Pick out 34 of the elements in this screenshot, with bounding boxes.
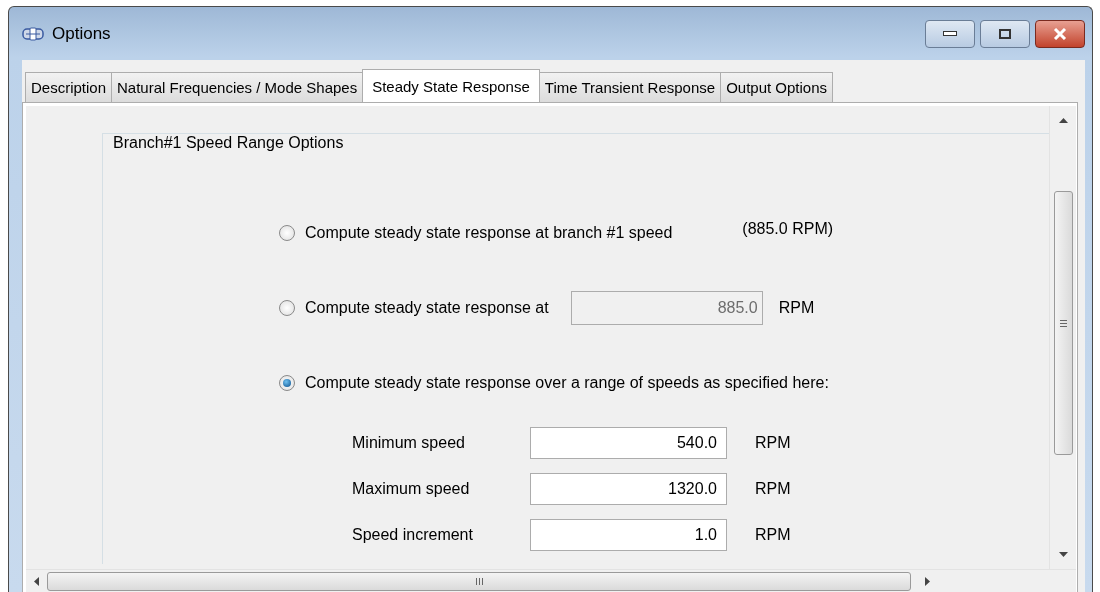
close-button[interactable] [1035, 19, 1085, 48]
minimize-icon [943, 30, 957, 37]
scroll-right-icon[interactable] [925, 576, 930, 586]
unit-label: RPM [778, 299, 815, 317]
radio-label[interactable]: Compute steady state response over a range of speeds as specified here: [305, 374, 829, 392]
speed-note: (885.0 RPM) [742, 220, 834, 238]
maximize-button[interactable] [980, 19, 1030, 48]
tab[interactable]: Output Options [720, 72, 834, 102]
scrollbar-thumb[interactable] [47, 571, 911, 591]
radio-button[interactable] [279, 225, 295, 241]
scroll-up-icon[interactable] [1058, 118, 1068, 123]
tab[interactable]: Natural Frequencies / Mode Shapes [111, 72, 364, 102]
speed-field[interactable]: 1320.0 [530, 473, 727, 505]
close-icon [1053, 27, 1067, 40]
tab[interactable]: Steady State Response [362, 69, 540, 102]
field-label: Speed increment [352, 526, 474, 544]
scroll-left-icon[interactable] [34, 576, 39, 586]
tab[interactable]: Time Transient Response [538, 72, 722, 102]
minimize-button[interactable] [925, 19, 975, 48]
unit-label: RPM [755, 434, 792, 452]
tab[interactable]: Description [25, 72, 113, 102]
field-label: Maximum speed [352, 480, 471, 498]
radio-button[interactable] [279, 375, 295, 391]
window-title: Options [52, 23, 112, 44]
field-label: Minimum speed [352, 434, 466, 452]
unit-label: RPM [755, 480, 792, 498]
speed-field[interactable]: 540.0 [530, 427, 727, 459]
unit-label: RPM [755, 526, 792, 544]
radio-label[interactable]: Compute steady state response at branch #1 speed [305, 224, 673, 242]
scrollbar-thumb[interactable] [1053, 191, 1073, 455]
maximize-icon [999, 28, 1011, 39]
speed-field[interactable]: 1.0 [530, 519, 727, 551]
app-icon [22, 26, 44, 41]
scroll-down-icon[interactable] [1058, 552, 1068, 557]
